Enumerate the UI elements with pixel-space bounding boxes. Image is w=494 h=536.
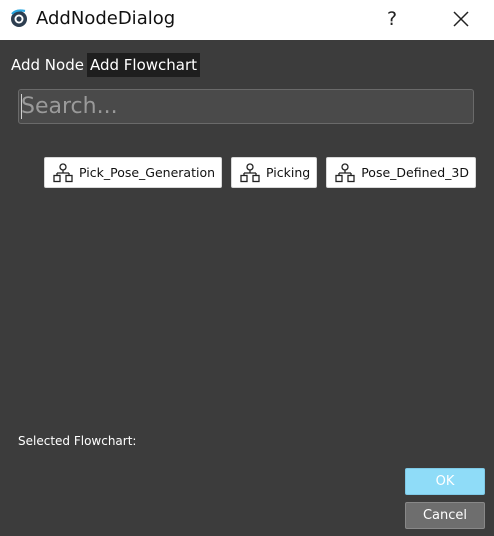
window-title: AddNodeDialog: [36, 8, 176, 29]
tab-add-flowchart[interactable]: Add Flowchart: [86, 53, 201, 77]
close-button[interactable]: [442, 0, 480, 38]
flowchart-item-picking[interactable]: Picking: [231, 157, 318, 188]
title-bar: AddNodeDialog ?: [0, 0, 494, 40]
help-button[interactable]: ?: [375, 0, 409, 38]
eye-logo-icon: [11, 9, 27, 27]
flowchart-item-label: Picking: [266, 165, 311, 180]
text-cursor: [21, 94, 22, 119]
close-icon: [453, 11, 469, 27]
flowchart-icon: [240, 162, 260, 182]
flowchart-list: Pick_Pose_Generation Picking Pose_Define…: [44, 157, 476, 188]
flowchart-icon: [53, 162, 73, 182]
tab-add-node[interactable]: Add Node: [8, 53, 87, 77]
tab-bar: Add Node Add Flowchart: [8, 53, 201, 77]
flowchart-item-pick-pose-generation[interactable]: Pick_Pose_Generation: [44, 157, 223, 188]
ok-button[interactable]: OK: [405, 468, 485, 495]
flowchart-icon: [335, 162, 355, 182]
selected-flowchart-label: Selected Flowchart:: [18, 434, 137, 448]
flowchart-item-pose-defined-3d[interactable]: Pose_Defined_3D: [326, 157, 476, 188]
cancel-button[interactable]: Cancel: [405, 502, 485, 529]
search-input[interactable]: [18, 89, 474, 124]
flowchart-item-label: Pose_Defined_3D: [361, 165, 469, 180]
flowchart-item-label: Pick_Pose_Generation: [79, 165, 216, 180]
